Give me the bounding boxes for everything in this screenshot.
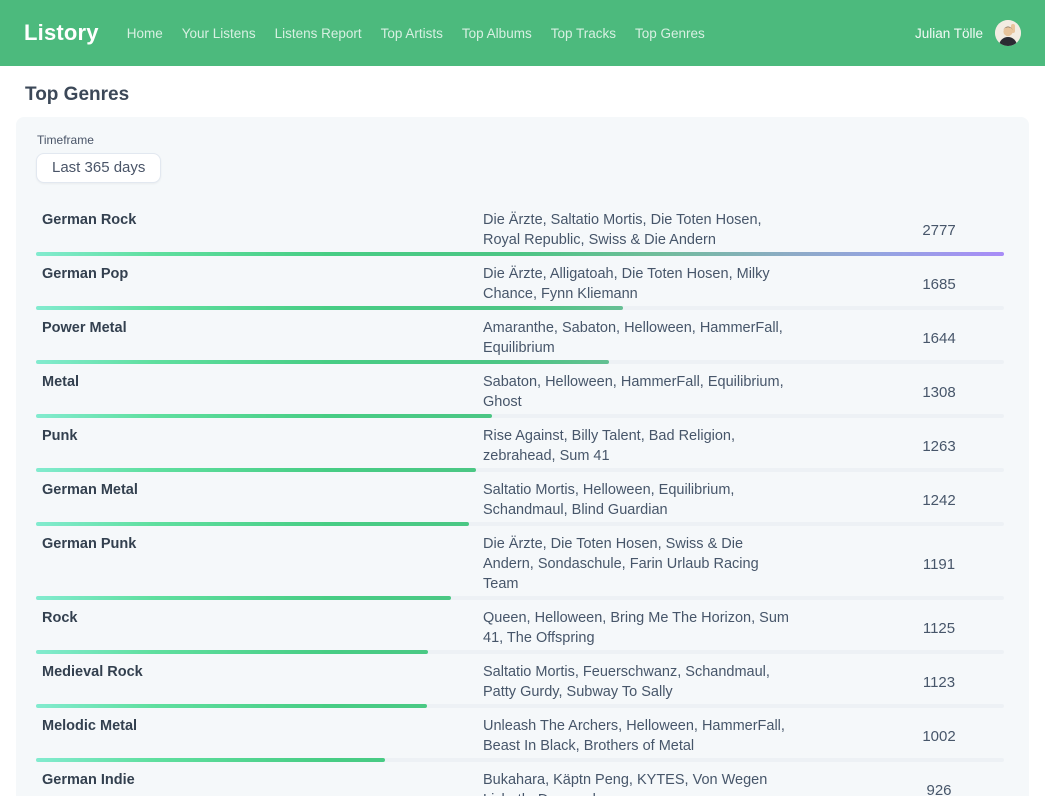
genre-name: Punk: [36, 426, 483, 446]
genre-name: German Rock: [36, 210, 483, 230]
genre-bar-fill: [36, 596, 451, 600]
genre-artists: Die Ärzte, Alligatoah, Die Toten Hosen, …: [483, 264, 795, 304]
nav-item-home[interactable]: Home: [127, 26, 163, 41]
app-header: Listory Home Your Listens Listens Report…: [0, 0, 1045, 66]
nav-item-top-albums[interactable]: Top Albums: [462, 26, 532, 41]
genre-name: Melodic Metal: [36, 716, 483, 736]
genres-table: German Rock Die Ärzte, Saltatio Mortis, …: [36, 202, 1004, 796]
genre-count: 1308: [874, 384, 1004, 401]
top-genres-card: Timeframe Last 365 days German Rock Die …: [16, 117, 1029, 796]
genre-name: Power Metal: [36, 318, 483, 338]
nav-item-top-tracks[interactable]: Top Tracks: [551, 26, 616, 41]
row-spacer: [795, 534, 874, 594]
row-spacer: [795, 480, 874, 520]
genre-bar-track: [36, 758, 1004, 762]
genre-artists: Die Ärzte, Die Toten Hosen, Swiss & Die …: [483, 534, 795, 594]
genre-bar-track: [36, 596, 1004, 600]
main-content: Top Genres Timeframe Last 365 days Germa…: [0, 84, 1045, 796]
genre-artists: Queen, Helloween, Bring Me The Horizon, …: [483, 608, 795, 648]
row-spacer: [795, 264, 874, 304]
page-title: Top Genres: [25, 84, 1029, 106]
nav-item-listens-report[interactable]: Listens Report: [275, 26, 362, 41]
genre-bar-track: [36, 704, 1004, 708]
genre-count: 926: [874, 782, 1004, 796]
genre-bar-track: [36, 252, 1004, 256]
genre-artists: Saltatio Mortis, Helloween, Equilibrium,…: [483, 480, 795, 520]
row-spacer: [795, 608, 874, 648]
genre-artists: Rise Against, Billy Talent, Bad Religion…: [483, 426, 795, 466]
genre-name: Metal: [36, 372, 483, 392]
genre-row[interactable]: German Punk Die Ärzte, Die Toten Hosen, …: [36, 526, 1004, 600]
genre-name: German Punk: [36, 534, 483, 554]
row-spacer: [795, 372, 874, 412]
genre-bar-fill: [36, 522, 469, 526]
genre-row[interactable]: German Indie Bukahara, Käptn Peng, KYTES…: [36, 762, 1004, 796]
genre-artists: Unleash The Archers, Helloween, HammerFa…: [483, 716, 795, 756]
genre-bar-fill: [36, 360, 609, 364]
genre-row[interactable]: Punk Rise Against, Billy Talent, Bad Rel…: [36, 418, 1004, 472]
genre-artists: Saltatio Mortis, Feuerschwanz, Schandmau…: [483, 662, 795, 702]
row-spacer: [795, 662, 874, 702]
genre-bar-fill: [36, 252, 1004, 256]
genre-count: 1644: [874, 330, 1004, 347]
genre-bar-fill: [36, 306, 623, 310]
main-nav: Home Your Listens Listens Report Top Art…: [127, 26, 705, 41]
genre-artists: Amaranthe, Sabaton, Helloween, HammerFal…: [483, 318, 795, 358]
genre-count: 1123: [874, 674, 1004, 691]
genre-bar-fill: [36, 650, 428, 654]
genre-name: German Pop: [36, 264, 483, 284]
user-name: Julian Tölle: [915, 26, 983, 41]
genre-row[interactable]: Metal Sabaton, Helloween, HammerFall, Eq…: [36, 364, 1004, 418]
genre-bar-track: [36, 468, 1004, 472]
genre-bar-track: [36, 522, 1004, 526]
timeframe-label: Timeframe: [37, 133, 1004, 147]
genre-row[interactable]: German Pop Die Ärzte, Alligatoah, Die To…: [36, 256, 1004, 310]
genre-row[interactable]: German Rock Die Ärzte, Saltatio Mortis, …: [36, 202, 1004, 256]
row-spacer: [795, 318, 874, 358]
row-spacer: [795, 716, 874, 756]
nav-item-top-genres[interactable]: Top Genres: [635, 26, 705, 41]
avatar-image: [995, 20, 1021, 46]
nav-item-top-artists[interactable]: Top Artists: [381, 26, 443, 41]
genre-name: Medieval Rock: [36, 662, 483, 682]
genre-row[interactable]: Power Metal Amaranthe, Sabaton, Hellowee…: [36, 310, 1004, 364]
genre-row[interactable]: Rock Queen, Helloween, Bring Me The Hori…: [36, 600, 1004, 654]
genre-artists: Bukahara, Käptn Peng, KYTES, Von Wegen L…: [483, 770, 795, 796]
genre-count: 1685: [874, 276, 1004, 293]
genre-count: 2777: [874, 222, 1004, 239]
row-spacer: [795, 426, 874, 466]
genre-name: German Indie: [36, 770, 483, 790]
genre-count: 1263: [874, 438, 1004, 455]
genre-bar-fill: [36, 704, 427, 708]
genre-row[interactable]: Medieval Rock Saltatio Mortis, Feuerschw…: [36, 654, 1004, 708]
genre-row[interactable]: Melodic Metal Unleash The Archers, Hello…: [36, 708, 1004, 762]
genre-name: Rock: [36, 608, 483, 628]
genre-bar-track: [36, 306, 1004, 310]
genre-artists: Die Ärzte, Saltatio Mortis, Die Toten Ho…: [483, 210, 795, 250]
user-menu[interactable]: Julian Tölle: [915, 20, 1021, 46]
nav-item-your-listens[interactable]: Your Listens: [182, 26, 256, 41]
genre-count: 1242: [874, 492, 1004, 509]
genre-count: 1125: [874, 620, 1004, 637]
genre-bar-fill: [36, 758, 385, 762]
genre-bar-fill: [36, 468, 476, 472]
row-spacer: [795, 770, 874, 796]
genre-row[interactable]: German Metal Saltatio Mortis, Helloween,…: [36, 472, 1004, 526]
genre-bar-track: [36, 360, 1004, 364]
timeframe-select[interactable]: Last 365 days: [36, 153, 161, 183]
genre-name: German Metal: [36, 480, 483, 500]
genre-bar-track: [36, 650, 1004, 654]
genre-bar-fill: [36, 414, 492, 418]
avatar[interactable]: [995, 20, 1021, 46]
genre-count: 1191: [874, 556, 1004, 573]
genre-count: 1002: [874, 728, 1004, 745]
app-logo[interactable]: Listory: [24, 20, 99, 46]
row-spacer: [795, 210, 874, 250]
genre-bar-track: [36, 414, 1004, 418]
genre-artists: Sabaton, Helloween, HammerFall, Equilibr…: [483, 372, 795, 412]
